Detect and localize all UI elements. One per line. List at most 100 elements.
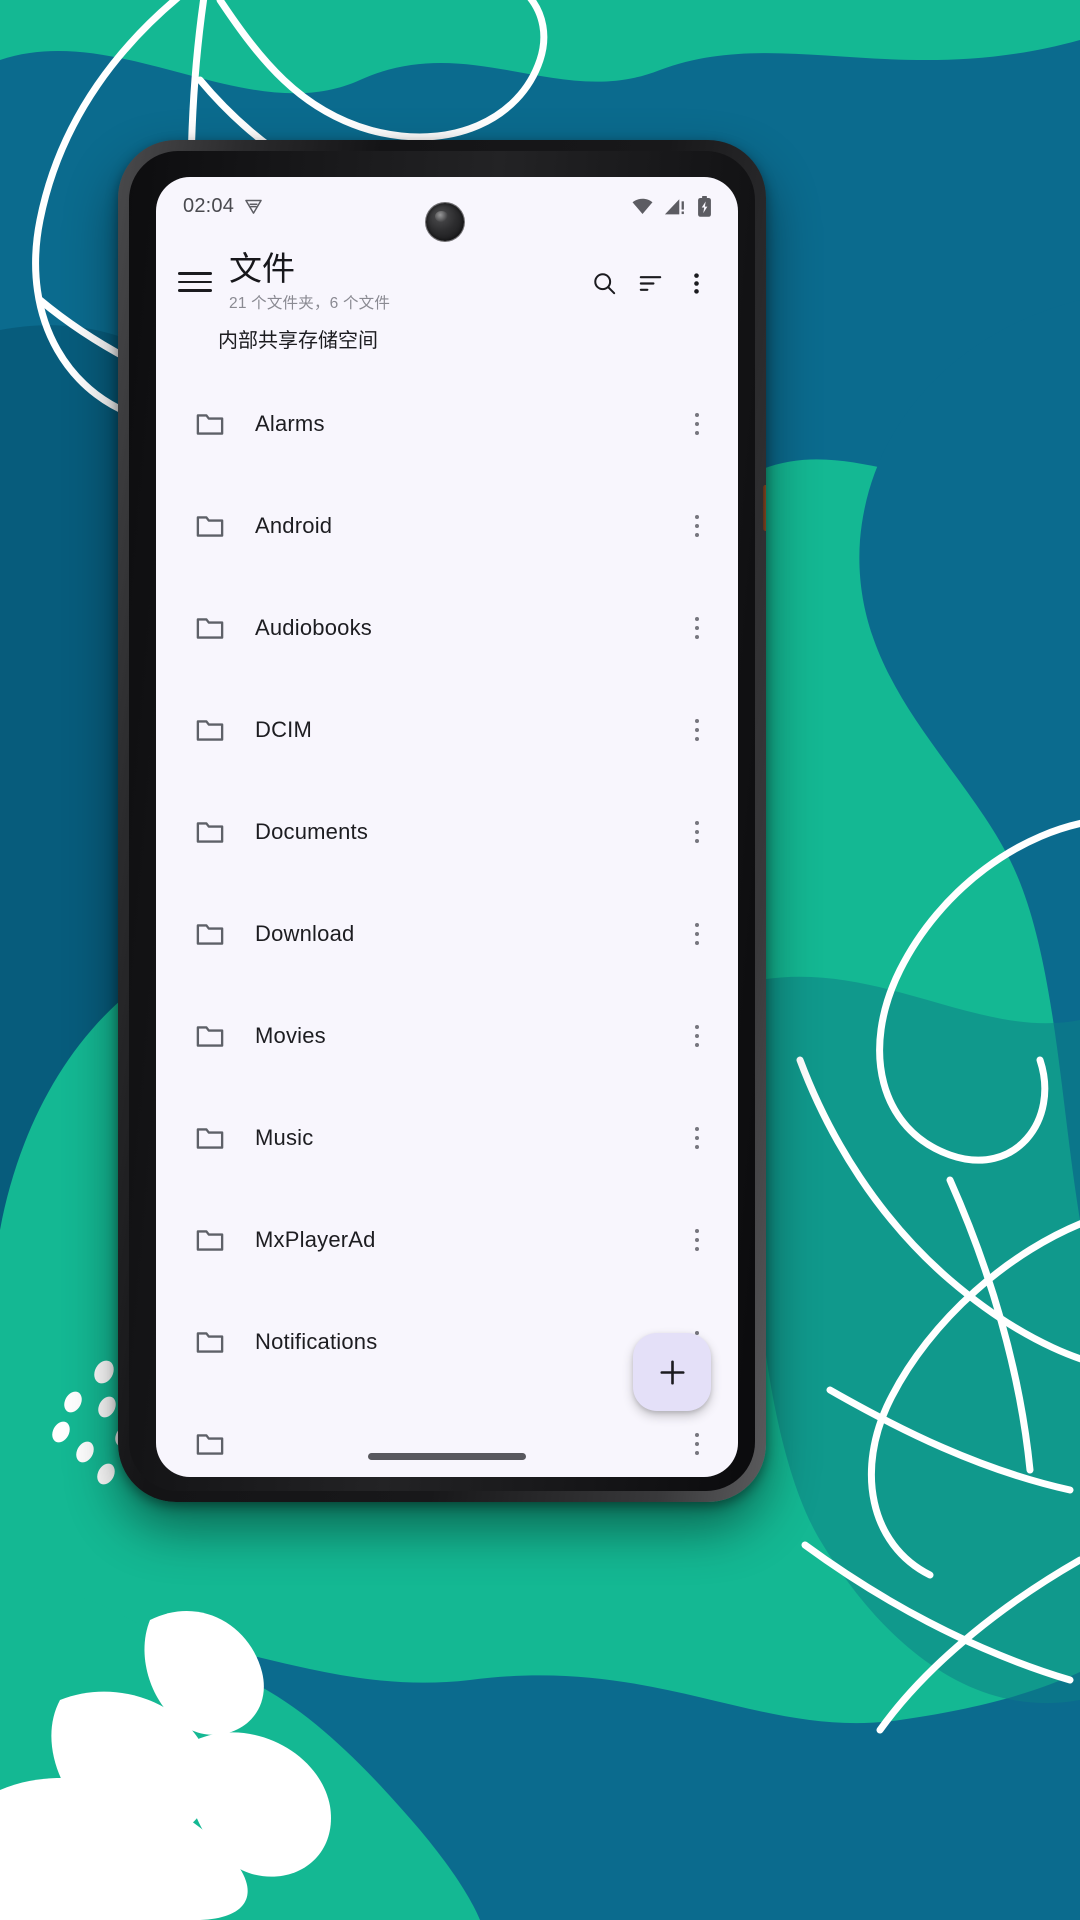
list-item[interactable]: Documents (156, 781, 738, 883)
kebab-dot (694, 532, 700, 538)
add-button-fab[interactable] (633, 1333, 711, 1411)
list-item-label: Music (255, 1125, 314, 1150)
list-item[interactable]: Alarms (156, 373, 738, 475)
kebab-dot (694, 718, 700, 724)
kebab-dot (694, 412, 700, 418)
hamburger-line (178, 272, 212, 275)
folder-icon (196, 618, 224, 639)
search-icon (593, 272, 615, 294)
app-bar-title-block: 文件 21 个文件夹，6 个文件 (229, 249, 584, 313)
list-item-more-icon[interactable] (680, 1121, 714, 1155)
kebab-dot (694, 940, 700, 946)
list-item-more-icon[interactable] (680, 815, 714, 849)
page-title: 文件 (229, 250, 295, 287)
list-item-label: Audiobooks (255, 615, 372, 640)
status-bar-clock: 02:04 (183, 194, 235, 217)
folder-icon (196, 720, 224, 741)
kebab-dot (694, 1033, 700, 1039)
overflow-menu-button[interactable] (676, 263, 716, 303)
list-item[interactable]: DCIM (156, 679, 738, 781)
phone-bezel: 02:04 文件 21 个文件夹，6 个文件 内部共享存储空间 Alarms A… (129, 151, 755, 1491)
list-item-label: MxPlayerAd (255, 1227, 376, 1252)
list-item-more-icon[interactable] (680, 509, 714, 543)
kebab-dot (694, 1126, 700, 1132)
list-item[interactable]: Download (156, 883, 738, 985)
list-item[interactable]: Audiobooks (156, 577, 738, 679)
file-list[interactable]: Alarms Android Audiobooks DCIM Documents Down… (156, 373, 738, 1477)
list-item[interactable]: Movies (156, 985, 738, 1087)
app-bar: 文件 21 个文件夹，6 个文件 (156, 235, 738, 327)
kebab-dot (694, 820, 700, 826)
kebab-dot (694, 1450, 700, 1456)
kebab-dot (694, 421, 700, 427)
search-button[interactable] (584, 263, 624, 303)
list-item[interactable]: Music (156, 1087, 738, 1189)
home-gesture-bar[interactable] (368, 1453, 526, 1460)
kebab-dot (694, 514, 700, 520)
list-item-more-icon[interactable] (680, 1223, 714, 1257)
kebab-dot (694, 1432, 700, 1438)
kebab-dot (694, 1144, 700, 1150)
kebab-dot (694, 430, 700, 436)
kebab-dot (694, 1042, 700, 1048)
folder-icon (196, 516, 224, 537)
list-item-label: Notifications (255, 1329, 378, 1354)
list-item[interactable]: Android (156, 475, 738, 577)
kebab-dot (694, 1246, 700, 1252)
list-item-more-icon[interactable] (680, 1427, 714, 1461)
sort-button[interactable] (630, 263, 670, 303)
list-item-label: Download (255, 921, 355, 946)
folder-icon (196, 1434, 224, 1455)
app-bar-actions (584, 249, 716, 303)
kebab-dot (694, 931, 700, 937)
kebab-dot (694, 829, 700, 835)
storage-section-header: 内部共享存储空间 (218, 330, 378, 352)
phone-device: 02:04 文件 21 个文件夹，6 个文件 内部共享存储空间 Alarms A… (118, 140, 766, 1502)
kebab-dot (694, 1135, 700, 1141)
kebab-dot (694, 616, 700, 622)
kebab-dot (694, 727, 700, 733)
cellular-signal-alert-icon (664, 198, 684, 214)
plus-icon (659, 1359, 685, 1385)
folder-icon (196, 414, 224, 435)
list-item[interactable]: MxPlayerAd (156, 1189, 738, 1291)
folder-icon (196, 1026, 224, 1047)
kebab-dot (694, 736, 700, 742)
list-item-more-icon[interactable] (680, 611, 714, 645)
list-item-label: DCIM (255, 717, 313, 742)
page-subtitle: 21 个文件夹，6 个文件 (229, 294, 391, 312)
folder-icon (196, 822, 224, 843)
folder-icon (196, 1230, 224, 1251)
status-bar-right (631, 195, 714, 218)
kebab-dot (694, 922, 700, 928)
kebab-dot (694, 625, 700, 631)
kebab-dot (694, 1441, 700, 1447)
list-item-more-icon[interactable] (680, 917, 714, 951)
folder-icon (196, 1332, 224, 1353)
vpn-key-icon (245, 199, 262, 214)
folder-icon (196, 924, 224, 945)
front-camera-icon (426, 203, 464, 241)
kebab-dot (694, 838, 700, 844)
wifi-icon (632, 198, 653, 214)
sort-icon (639, 275, 661, 291)
kebab-dot (694, 1228, 700, 1234)
hamburger-line (178, 280, 212, 284)
list-item-label: Alarms (255, 411, 325, 436)
list-item-label: Movies (255, 1023, 326, 1048)
kebab-dot (694, 1237, 700, 1243)
more-vertical-icon (693, 272, 699, 294)
power-button[interactable] (763, 485, 766, 531)
hamburger-line (178, 289, 212, 292)
list-item-label: Documents (255, 819, 369, 844)
list-item-more-icon[interactable] (680, 1019, 714, 1053)
status-bar-left: 02:04 (183, 195, 264, 218)
battery-charging-icon (698, 195, 711, 217)
list-item-more-icon[interactable] (680, 713, 714, 747)
list-item-label: Android (255, 513, 333, 538)
kebab-dot (694, 634, 700, 640)
folder-icon (196, 1128, 224, 1149)
phone-screen: 02:04 文件 21 个文件夹，6 个文件 内部共享存储空间 Alarms A… (156, 177, 738, 1477)
list-item-more-icon[interactable] (680, 407, 714, 441)
hamburger-menu-icon[interactable] (178, 265, 212, 299)
